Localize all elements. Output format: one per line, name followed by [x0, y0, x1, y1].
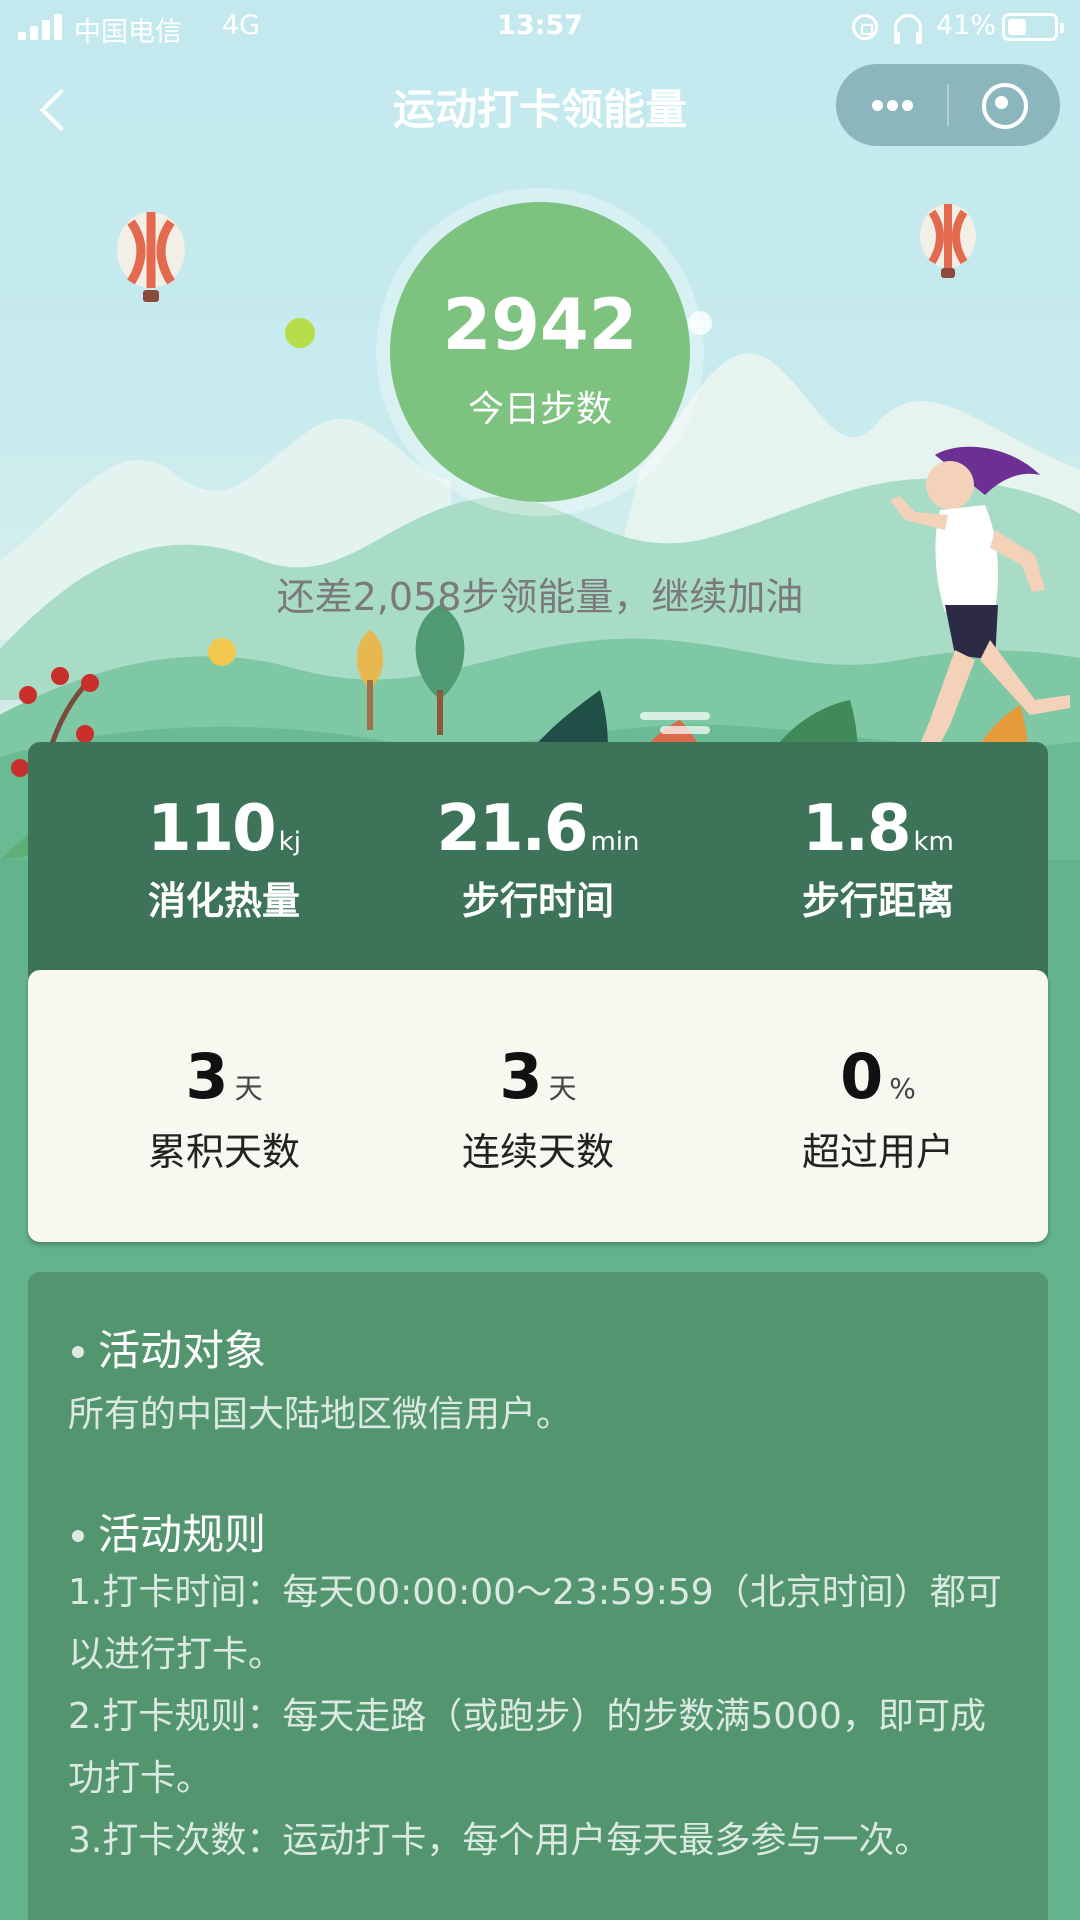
stat-value: 21.6 — [436, 792, 589, 866]
checkin-label: 超过用户 — [801, 1130, 954, 1174]
more-dots-button[interactable] — [836, 64, 948, 146]
headphone-icon — [894, 14, 922, 44]
today-steps-circle: 2942 今日步数 — [390, 202, 690, 502]
stat-unit: km — [913, 827, 954, 857]
checkin-label: 累积天数 — [147, 1130, 300, 1174]
rule-item: 2.打卡规则：每天走路（或跑步）的步数满5000，即可成功打卡。 — [68, 1696, 986, 1799]
balloon-left-icon — [117, 212, 185, 302]
stat-label: 消化热量 — [147, 879, 300, 923]
battery-icon — [1002, 13, 1064, 41]
stat-value: 110 — [147, 792, 277, 866]
stat-distance: 1.8 km 步行距离 — [708, 792, 1048, 925]
stat-label: 步行时间 — [461, 879, 614, 923]
hero-banner: 中国电信 4G 13:57 41% 运动打卡领能量 2942 今日步数 还差2,… — [0, 0, 1080, 860]
rule-item: 1.打卡时间：每天00:00:00～23:59:59（北京时间）都可以进行打卡。 — [68, 1572, 1002, 1675]
checkin-unit: 天 — [548, 1072, 577, 1105]
step-count: 2942 — [442, 284, 638, 366]
rule-item: 3.打卡次数：运动打卡，每个用户每天最多参与一次。 — [68, 1820, 931, 1861]
bullet-dot-icon — [72, 1346, 84, 1358]
exercise-stats-panel: 110 kj 消化热量 21.6 min 步行时间 1.8 km 步行距离 — [28, 742, 1048, 992]
checkin-value: 3 — [185, 1040, 229, 1113]
battery-level — [1008, 19, 1026, 35]
status-bar: 中国电信 4G 13:57 41% — [0, 0, 1080, 54]
checkin-total-days: 3天 累积天数 — [54, 1040, 394, 1176]
activity-rules-card: 活动对象 所有的中国大陆地区微信用户。 活动规则 1.打卡时间：每天00:00:… — [28, 1272, 1048, 1920]
step-label: 今日步数 — [467, 389, 612, 430]
stat-label: 步行距离 — [801, 879, 954, 923]
checkin-unit: 天 — [234, 1072, 263, 1105]
checkin-value: 3 — [499, 1040, 543, 1113]
stat-value: 1.8 — [802, 792, 911, 866]
close-circle-button[interactable] — [948, 64, 1060, 146]
bullet-dot-icon — [72, 1530, 84, 1542]
miniprogram-capsule — [836, 64, 1060, 146]
rules-title: 活动规则 — [98, 1510, 267, 1559]
checkin-percentile: 0% 超过用户 — [708, 1040, 1048, 1176]
audience-text: 所有的中国大陆地区微信用户。 — [68, 1394, 573, 1435]
audience-section-title: 活动对象 — [68, 1324, 1008, 1378]
steps-remaining-text: 还差2,058步领能量，继续加油 — [276, 575, 804, 619]
balloon-right-icon — [920, 204, 976, 278]
checkin-summary-card: 3天 累积天数 3天 连续天数 0% 超过用户 — [28, 970, 1048, 1242]
checkin-streak-days: 3天 连续天数 — [368, 1040, 708, 1176]
stat-unit: min — [590, 827, 640, 857]
battery-percent: 41% — [936, 10, 997, 41]
stat-calories: 110 kj 消化热量 — [54, 792, 394, 925]
checkin-label: 连续天数 — [461, 1130, 614, 1174]
rotation-lock-icon — [852, 14, 878, 40]
stat-walk-time: 21.6 min 步行时间 — [368, 792, 708, 925]
checkin-value: 0 — [840, 1040, 884, 1113]
stat-unit: kj — [278, 827, 301, 857]
checkin-unit: % — [889, 1072, 916, 1105]
rules-section-title: 活动规则 — [68, 1508, 1008, 1562]
audience-title: 活动对象 — [98, 1326, 267, 1375]
